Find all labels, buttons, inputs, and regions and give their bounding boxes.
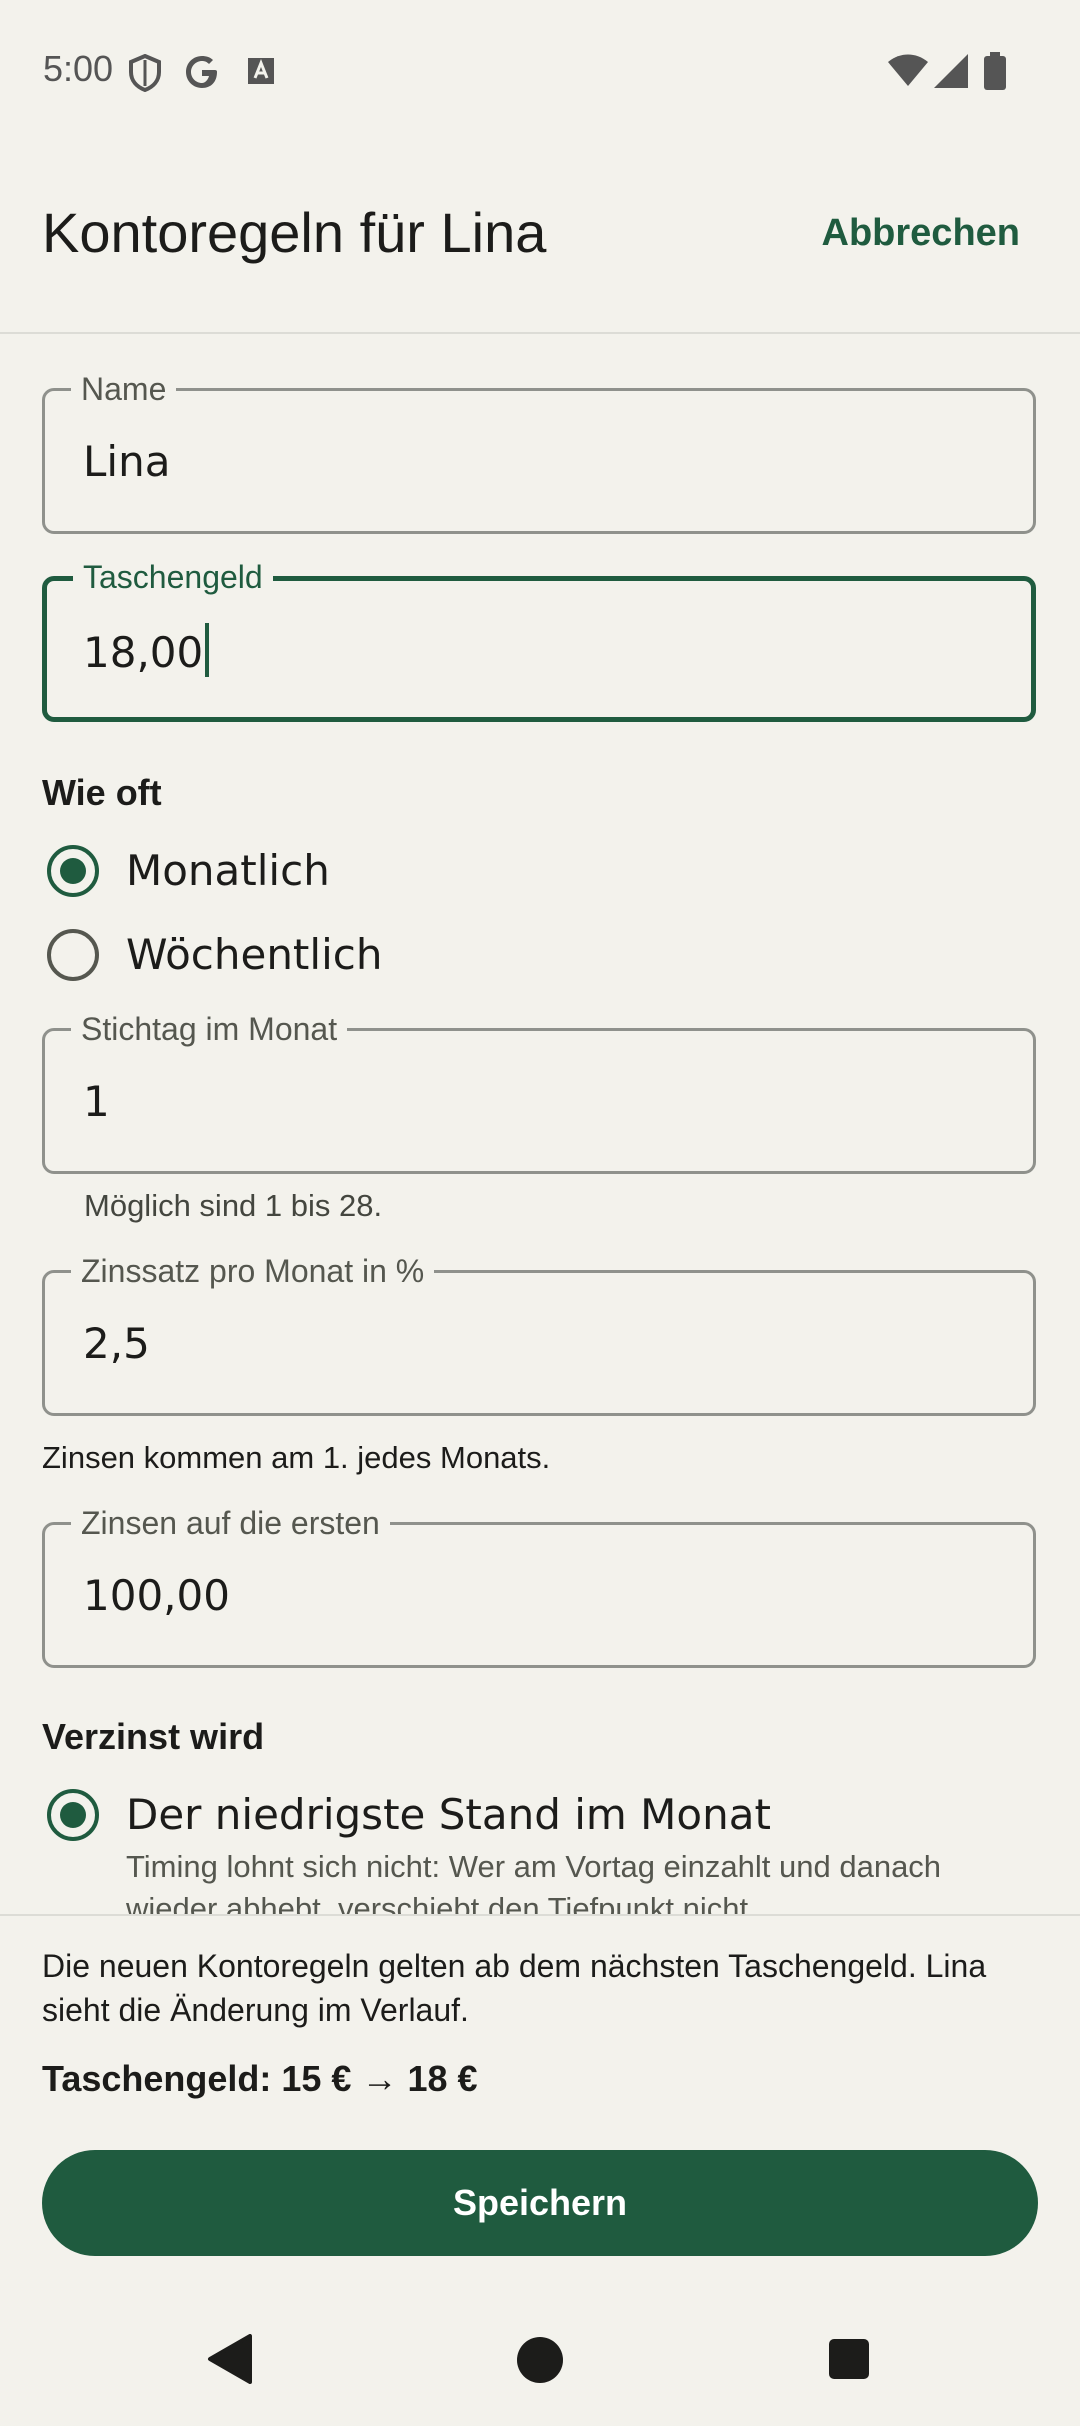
allowance-input-text: 18,00 (83, 628, 204, 677)
name-field[interactable]: Name Lina (42, 369, 1036, 534)
frequency-section-label: Wie oft (42, 772, 162, 813)
wifi-icon (888, 54, 928, 86)
font-icon (248, 58, 274, 84)
home-icon[interactable] (516, 2336, 564, 2384)
rules-notice: Die neuen Kontoregeln gelten ab dem näch… (42, 1948, 987, 2028)
text-cursor (205, 623, 210, 677)
battery-icon (984, 52, 1006, 90)
save-button[interactable]: Speichern (42, 2150, 1038, 2256)
interest-rate-input[interactable]: 2,5 (83, 1319, 150, 1368)
radio-lowest-balance[interactable] (47, 1789, 99, 1841)
shield-icon (129, 54, 161, 92)
radio-lowest-balance-label[interactable]: Der niedrigste Stand im Monat (126, 1790, 771, 1839)
due-day-helper-text: Möglich sind 1 bis 28. (84, 1188, 383, 1223)
recents-icon[interactable] (828, 2338, 870, 2380)
interest-basis-section-label: Verzinst wird (42, 1716, 265, 1757)
cancel-button[interactable]: Abbrechen (820, 212, 1020, 255)
radio-weekly-label[interactable]: Wöchentlich (126, 930, 382, 979)
radio-weekly[interactable] (47, 929, 99, 981)
status-time: 5:00 (43, 48, 114, 89)
interest-cap-input[interactable]: 100,00 (83, 1571, 230, 1620)
name-field-label: Name (71, 369, 177, 409)
due-day-field-label: Stichtag im Monat (71, 1009, 348, 1049)
allowance-input[interactable]: 18,00 (83, 623, 210, 677)
allowance-field[interactable]: Taschengeld 18,00 (42, 557, 1036, 722)
header-divider (0, 332, 1080, 334)
interest-rate-field-label: Zinssatz pro Monat in % (71, 1251, 435, 1291)
radio-monthly-label[interactable]: Monatlich (126, 846, 330, 895)
due-day-field[interactable]: Stichtag im Monat 1 (42, 1009, 1036, 1174)
due-day-input[interactable]: 1 (83, 1077, 110, 1126)
interest-rate-helper-text: Zinsen kommen am 1. jedes Monats. (42, 1440, 551, 1475)
interest-cap-field[interactable]: Zinsen auf die ersten 100,00 (42, 1503, 1036, 1668)
name-input[interactable]: Lina (83, 437, 170, 486)
allowance-change-summary: Taschengeld: 15 € → 18 € (42, 2058, 478, 2099)
interest-cap-field-label: Zinsen auf die ersten (71, 1503, 390, 1543)
signal-icon (934, 54, 968, 88)
google-icon (186, 56, 217, 88)
radio-monthly[interactable] (47, 845, 99, 897)
back-icon[interactable] (206, 2334, 252, 2384)
allowance-field-label: Taschengeld (73, 557, 273, 597)
page-title: Kontoregeln für Lina (42, 201, 547, 264)
interest-rate-field[interactable]: Zinssatz pro Monat in % 2,5 (42, 1251, 1036, 1416)
